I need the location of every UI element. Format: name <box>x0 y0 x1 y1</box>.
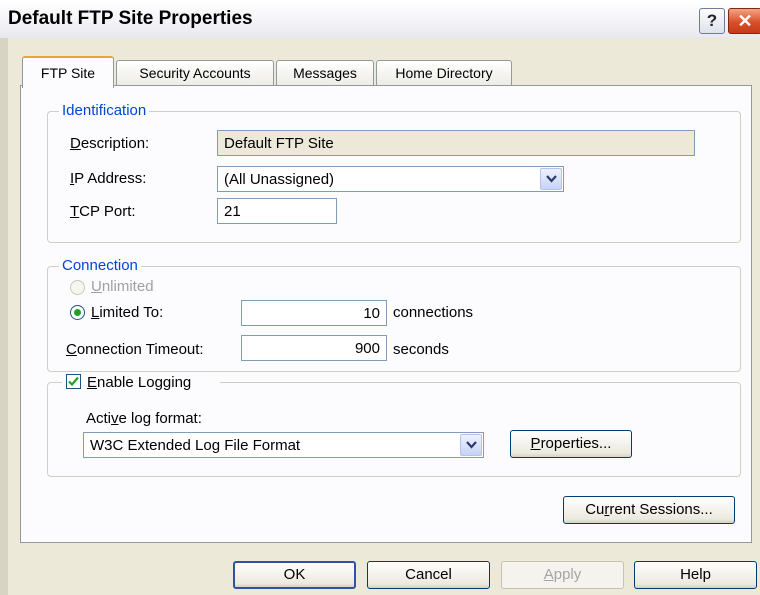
question-icon: ? <box>706 11 718 30</box>
close-icon: ✕ <box>737 11 753 31</box>
limited-to-label: Limited To: <box>91 304 164 321</box>
window-title: Default FTP Site Properties <box>8 8 253 29</box>
connection-legend: Connection <box>59 257 141 274</box>
tab-label: Home Directory <box>395 65 493 81</box>
limited-connections-value: 10 <box>363 305 380 322</box>
radio-selected-dot <box>74 309 81 316</box>
log-format-value: W3C Extended Log File Format <box>90 437 301 454</box>
identification-legend: Identification <box>59 102 150 119</box>
chevron-down-icon[interactable] <box>460 434 482 456</box>
tcp-port-field[interactable]: 21 <box>217 198 337 224</box>
tab-home-directory[interactable]: Home Directory <box>376 60 512 86</box>
limited-to-radio[interactable] <box>70 305 85 320</box>
window-border <box>0 38 8 595</box>
checkmark-icon <box>68 376 79 387</box>
description-field[interactable]: Default FTP Site <box>217 130 695 156</box>
enable-logging-checkbox[interactable] <box>66 374 81 389</box>
tab-ftp-site[interactable]: FTP Site <box>22 56 114 88</box>
connection-timeout-label: Connection Timeout: <box>66 341 204 358</box>
logging-group <box>47 382 741 477</box>
close-button[interactable]: ✕ <box>728 8 760 34</box>
unlimited-radio[interactable] <box>70 280 85 295</box>
cancel-button[interactable]: Cancel <box>367 561 490 589</box>
apply-button[interactable]: Apply <box>501 561 624 589</box>
properties-button[interactable]: Properties... <box>510 430 632 458</box>
tab-messages[interactable]: Messages <box>276 60 374 86</box>
ok-button[interactable]: OK <box>233 561 356 589</box>
tab-label: Security Accounts <box>139 65 251 81</box>
title-bar[interactable]: Default FTP Site Properties ? ✕ <box>0 0 760 39</box>
help-title-button[interactable]: ? <box>699 8 725 34</box>
tcp-port-value: 21 <box>224 203 241 220</box>
tab-label: FTP Site <box>40 65 96 81</box>
tab-label: Messages <box>293 65 357 81</box>
cancel-label: Cancel <box>405 566 452 583</box>
help-button[interactable]: Help <box>634 561 757 589</box>
ok-label: OK <box>283 566 306 583</box>
connection-timeout-field[interactable]: 900 <box>241 335 387 361</box>
chevron-down-icon[interactable] <box>540 168 562 190</box>
help-label: Help <box>680 566 711 583</box>
ip-address-label: IP Address: <box>70 170 147 187</box>
connection-timeout-value: 900 <box>354 340 380 357</box>
active-log-format-label: Active log format: <box>86 410 202 427</box>
ip-address-value: (All Unassigned) <box>224 171 335 188</box>
log-format-dropdown[interactable]: W3C Extended Log File Format <box>83 432 484 458</box>
connections-unit: connections <box>393 304 474 321</box>
unlimited-label: Unlimited <box>91 278 154 295</box>
ip-address-dropdown[interactable]: (All Unassigned) <box>217 166 564 192</box>
limited-connections-field[interactable]: 10 <box>241 300 387 326</box>
enable-logging-label: Enable Logging <box>87 374 192 391</box>
current-sessions-button[interactable]: Current Sessions... <box>563 496 735 524</box>
seconds-unit: seconds <box>393 341 449 358</box>
description-label: Description: <box>70 135 150 152</box>
description-value: Default FTP Site <box>224 135 334 152</box>
tab-security-accounts[interactable]: Security Accounts <box>116 60 274 86</box>
tcp-port-label: TCP Port: <box>70 203 136 220</box>
